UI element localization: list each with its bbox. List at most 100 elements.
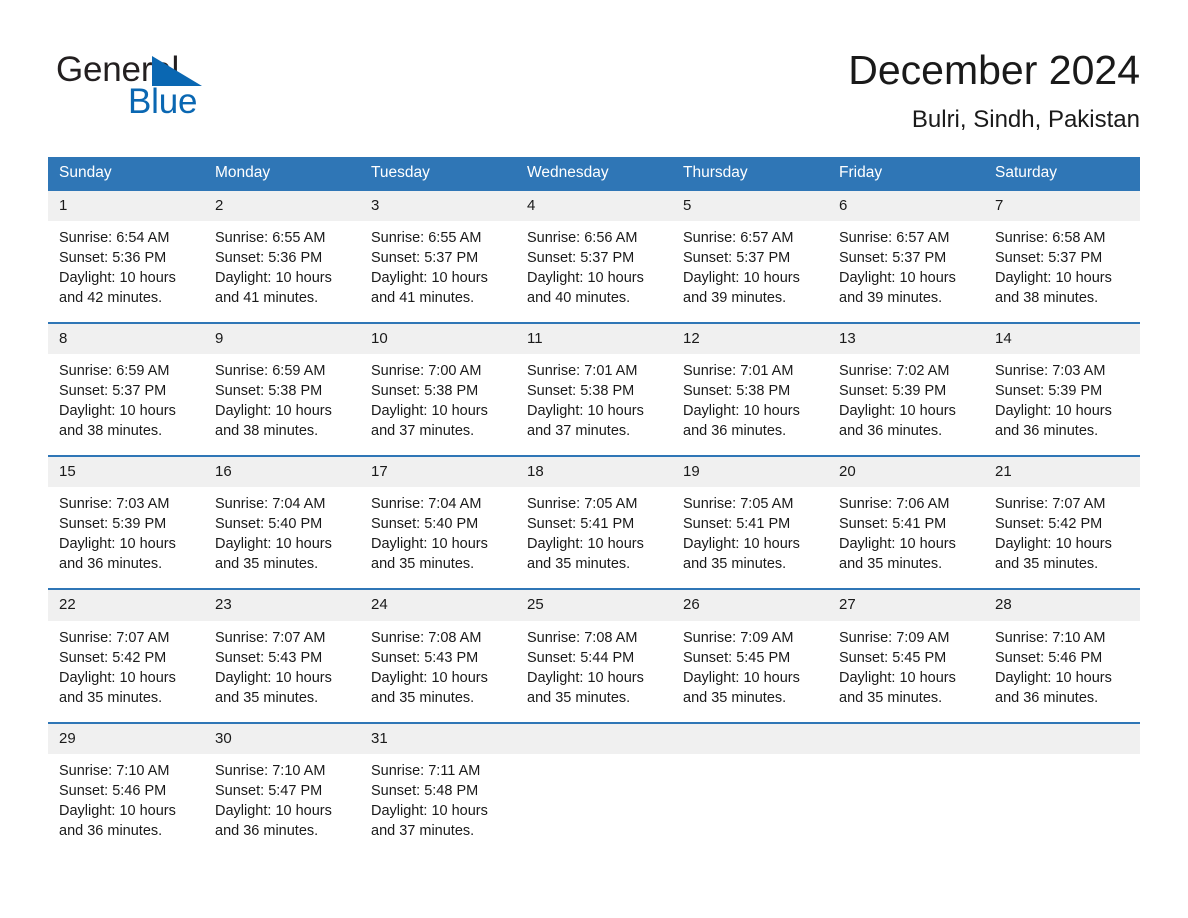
day-cell[interactable]: Sunrise: 7:04 AM Sunset: 5:40 PM Daylight:… [204,487,360,588]
day-cell[interactable]: Sunrise: 6:54 AM Sunset: 5:36 PM Daylight:… [48,221,204,322]
day-number[interactable]: 27 [828,590,984,620]
day-cell[interactable]: Sunrise: 6:56 AM Sunset: 5:37 PM Daylight:… [516,221,672,322]
day-number[interactable]: 3 [360,191,516,221]
day-number-band: 1234567 [48,190,1140,221]
day-cell[interactable]: Sunrise: 6:57 AM Sunset: 5:37 PM Daylight:… [828,221,984,322]
day-number[interactable]: 23 [204,590,360,620]
sunset-time: Sunset: 5:36 PM [59,249,167,266]
day-cell-empty [672,754,828,855]
day-number[interactable]: 17 [360,457,516,487]
weekday-header-tuesday: Tuesday [371,164,430,181]
sunset-time: Sunset: 5:38 PM [527,383,635,400]
day-number[interactable]: 24 [360,590,516,620]
page-title: December 2024 [848,47,1140,93]
day-number[interactable]: 21 [984,457,1140,487]
day-cell-empty [984,754,1140,855]
sunrise-time: Sunrise: 7:05 AM [683,496,794,513]
day-cell[interactable]: Sunrise: 7:03 AM Sunset: 5:39 PM Daylight:… [48,487,204,588]
calendar-week-row: 22 23 24 25 26 27 28 Sunrise: 7:07 AM Sunset: 5:… [48,588,1140,722]
day-cell[interactable]: Sunrise: 7:09 AM Sunset: 5:45 PM Daylight:… [672,621,828,722]
day-cell-empty [828,754,984,855]
day-number[interactable]: 7 [984,191,1140,221]
sunrise-time: Sunrise: 7:07 AM [215,629,326,646]
day-number[interactable]: 8 [48,324,204,354]
day-number[interactable]: 30 [204,724,360,754]
day-cell[interactable]: Sunrise: 7:11 AM Sunset: 5:48 PM Daylight:… [360,754,516,855]
daylight-duration: Daylight: 10 hours and 37 minutes. [371,403,488,440]
day-cell[interactable]: Sunrise: 7:10 AM Sunset: 5:47 PM Daylight:… [204,754,360,855]
daylight-duration: Daylight: 10 hours and 38 minutes. [995,269,1112,306]
day-number[interactable]: 12 [672,324,828,354]
sunset-time: Sunset: 5:37 PM [683,249,791,266]
day-cell[interactable]: Sunrise: 7:10 AM Sunset: 5:46 PM Daylight:… [984,621,1140,722]
daylight-duration: Daylight: 10 hours and 35 minutes. [995,536,1112,573]
day-number[interactable]: 1 [48,191,204,221]
day-cell[interactable]: Sunrise: 6:55 AM Sunset: 5:37 PM Daylight:… [360,221,516,322]
location-subtitle: Bulri, Sindh, Pakistan [911,105,1140,133]
day-cell[interactable]: Sunrise: 7:09 AM Sunset: 5:45 PM Daylight:… [828,621,984,722]
day-detail-band: Sunrise: 6:59 AM Sunset: 5:37 PM Daylight:… [48,354,1140,456]
day-number[interactable]: 6 [828,191,984,221]
sunset-time: Sunset: 5:40 PM [371,516,479,533]
day-number[interactable]: 11 [516,324,672,354]
day-cell[interactable]: Sunrise: 7:06 AM Sunset: 5:41 PM Daylight:… [828,487,984,588]
sunset-time: Sunset: 5:37 PM [371,249,479,266]
sunrise-time: Sunrise: 6:56 AM [527,229,638,246]
day-cell[interactable]: Sunrise: 7:05 AM Sunset: 5:41 PM Daylight:… [516,487,672,588]
day-number[interactable]: 31 [360,724,516,754]
daylight-duration: Daylight: 10 hours and 35 minutes. [215,536,332,573]
day-number[interactable]: 5 [672,191,828,221]
day-number[interactable]: 10 [360,324,516,354]
day-cell[interactable]: Sunrise: 6:57 AM Sunset: 5:37 PM Daylight:… [672,221,828,322]
sunrise-time: Sunrise: 6:57 AM [839,229,950,246]
day-number[interactable]: 14 [984,324,1140,354]
day-cell[interactable]: Sunrise: 6:59 AM Sunset: 5:37 PM Daylight:… [48,354,204,455]
daylight-duration: Daylight: 10 hours and 35 minutes. [527,536,644,573]
day-number[interactable]: 29 [48,724,204,754]
day-cell[interactable]: Sunrise: 6:59 AM Sunset: 5:38 PM Daylight:… [204,354,360,455]
day-cell[interactable]: Sunrise: 7:00 AM Sunset: 5:38 PM Daylight:… [360,354,516,455]
day-cell[interactable]: Sunrise: 7:01 AM Sunset: 5:38 PM Daylight:… [672,354,828,455]
weekday-header-thursday: Thursday [683,164,748,181]
weekday-header-monday: Monday [215,164,271,181]
day-cell[interactable]: Sunrise: 7:08 AM Sunset: 5:44 PM Daylight:… [516,621,672,722]
day-number[interactable]: 4 [516,191,672,221]
day-number[interactable]: 16 [204,457,360,487]
day-number[interactable]: 26 [672,590,828,620]
sunrise-time: Sunrise: 6:58 AM [995,229,1106,246]
day-number[interactable]: 13 [828,324,984,354]
general-blue-logo[interactable]: General Blue [56,46,246,124]
day-number[interactable]: 25 [516,590,672,620]
calendar-week-row: 15 16 17 18 19 20 21 Sunrise: 7:03 AM Sunset: 5:… [48,455,1140,589]
day-number[interactable]: 18 [516,457,672,487]
day-number[interactable]: 28 [984,590,1140,620]
day-number-empty [672,724,828,754]
day-number[interactable]: 9 [204,324,360,354]
day-cell[interactable]: Sunrise: 7:10 AM Sunset: 5:46 PM Daylight:… [48,754,204,855]
day-cell[interactable]: Sunrise: 7:03 AM Sunset: 5:39 PM Daylight:… [984,354,1140,455]
day-number[interactable]: 20 [828,457,984,487]
day-number[interactable]: 15 [48,457,204,487]
day-cell[interactable]: Sunrise: 7:07 AM Sunset: 5:42 PM Daylight:… [48,621,204,722]
day-cell[interactable]: Sunrise: 7:02 AM Sunset: 5:39 PM Daylight:… [828,354,984,455]
day-cell[interactable]: Sunrise: 7:04 AM Sunset: 5:40 PM Daylight:… [360,487,516,588]
day-number[interactable]: 22 [48,590,204,620]
day-cell[interactable]: Sunrise: 7:08 AM Sunset: 5:43 PM Daylight:… [360,621,516,722]
day-number[interactable]: 19 [672,457,828,487]
day-cell[interactable]: Sunrise: 7:07 AM Sunset: 5:43 PM Daylight:… [204,621,360,722]
daylight-duration: Daylight: 10 hours and 39 minutes. [839,269,956,306]
day-cell[interactable]: Sunrise: 7:07 AM Sunset: 5:42 PM Daylight:… [984,487,1140,588]
daylight-duration: Daylight: 10 hours and 41 minutes. [371,269,488,306]
sunrise-time: Sunrise: 7:08 AM [371,629,482,646]
sunset-time: Sunset: 5:41 PM [527,516,635,533]
sunset-time: Sunset: 5:46 PM [995,649,1103,666]
calendar-week-row: 8 9 10 11 12 13 14 Sunrise: 6:59 AM Sunset: 5:37… [48,321,1140,456]
day-cell[interactable]: Sunrise: 6:55 AM Sunset: 5:36 PM Daylight:… [204,221,360,322]
day-number[interactable]: 2 [204,191,360,221]
sunset-time: Sunset: 5:43 PM [371,649,479,666]
daylight-duration: Daylight: 10 hours and 36 minutes. [215,802,332,839]
day-cell[interactable]: Sunrise: 7:01 AM Sunset: 5:38 PM Daylight:… [516,354,672,455]
sunset-time: Sunset: 5:45 PM [839,649,947,666]
day-cell[interactable]: Sunrise: 6:58 AM Sunset: 5:37 PM Daylight:… [984,221,1140,322]
day-cell[interactable]: Sunrise: 7:05 AM Sunset: 5:41 PM Daylight:… [672,487,828,588]
